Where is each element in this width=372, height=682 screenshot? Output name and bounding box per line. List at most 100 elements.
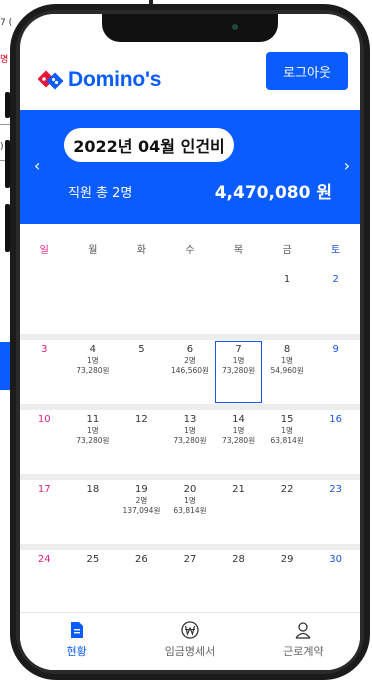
weekday-label: 일 xyxy=(39,244,49,256)
weekday-label: 수 xyxy=(185,244,195,256)
day-number: 28 xyxy=(232,554,245,565)
day-number: 30 xyxy=(329,554,343,565)
day-number: 7 xyxy=(235,344,242,355)
day-number: 21 xyxy=(232,484,245,495)
calendar-day[interactable]: 28 xyxy=(214,550,263,614)
calendar-day[interactable]: 2 xyxy=(311,270,360,334)
calendar-day[interactable]: 8 1명 54,960원 xyxy=(263,340,312,404)
day-pay-amount: 73,280원 xyxy=(221,436,256,445)
day-number: 9 xyxy=(332,344,339,355)
weekday-label: 화 xyxy=(136,244,146,256)
tab-label: 근로계약 xyxy=(283,645,324,658)
day-number: 10 xyxy=(37,414,51,425)
day-number: 12 xyxy=(135,414,148,425)
calendar-day[interactable]: 11 1명 73,280원 xyxy=(69,410,118,474)
calendar-week: 17 18 19 2명 137,094원 20 1명 63,814원 21 22 23 xyxy=(20,480,360,544)
chevron-right-icon[interactable]: › xyxy=(344,156,350,175)
camera-icon xyxy=(232,24,238,30)
weekday-label: 목 xyxy=(233,244,244,256)
calendar-day[interactable]: 1 xyxy=(263,270,312,334)
weekday-label: 토 xyxy=(331,244,341,256)
calendar-day[interactable]: 17 xyxy=(20,480,69,544)
day-number: 26 xyxy=(135,554,148,565)
day-pay-amount: 137,094원 xyxy=(122,506,161,515)
day-number: 25 xyxy=(86,554,100,565)
calendar-day[interactable]: 19 2명 137,094원 xyxy=(117,480,166,544)
day-staff-count: 1명 xyxy=(184,496,196,505)
tab-payslip[interactable]: 임금명세서 xyxy=(133,613,246,670)
calendar-day[interactable]: 26 xyxy=(117,550,166,614)
day-staff-count: 2명 xyxy=(135,496,148,505)
calendar-empty-cell xyxy=(20,270,69,334)
day-number: 5 xyxy=(138,344,145,355)
day-pay-amount: 73,280원 xyxy=(76,436,110,445)
day-number: 24 xyxy=(37,554,51,565)
calendar-day[interactable]: 23 xyxy=(311,480,360,544)
weekday-label: 금 xyxy=(282,244,292,256)
day-staff-count: 1명 xyxy=(184,426,196,435)
app-screen: Domino's 로그아웃 2022년 04월 인건비 ‹ › 직원 총 2명 … xyxy=(20,14,360,670)
tab-contract[interactable]: 근로계약 xyxy=(247,613,360,670)
payroll-calendar: 일 월 화 수 목 금 토 1 2 3 4 1명 73,280원 5 6 2명 146,560원 7… xyxy=(20,226,360,670)
day-number: 22 xyxy=(280,484,294,495)
day-number: 1 xyxy=(283,274,291,285)
app-header: Domino's 로그아웃 xyxy=(20,52,360,108)
calendar-day[interactable]: 4 1명 73,280원 xyxy=(69,340,118,404)
phone-side-button xyxy=(5,140,10,188)
calendar-day[interactable]: 30 xyxy=(311,550,360,614)
calendar-day[interactable]: 10 xyxy=(20,410,69,474)
calendar-day[interactable]: 7 1명 73,280원 xyxy=(214,340,263,404)
document-icon xyxy=(70,622,83,638)
day-number: 8 xyxy=(283,344,291,355)
tab-status[interactable]: 현황 xyxy=(20,613,133,670)
calendar-day[interactable]: 14 1명 73,280원 xyxy=(214,410,263,474)
calendar-day[interactable]: 5 xyxy=(117,340,166,404)
day-pay-amount: 63,814원 xyxy=(270,436,304,445)
calendar-day[interactable]: 18 xyxy=(69,480,118,544)
day-staff-count: 1명 xyxy=(87,356,99,365)
day-number: 20 xyxy=(183,484,197,495)
dominos-logo: Domino's xyxy=(38,68,161,92)
calendar-day[interactable]: 21 xyxy=(214,480,263,544)
calendar-week: 24 25 26 27 28 29 30 xyxy=(20,550,360,614)
calendar-day[interactable]: 27 xyxy=(166,550,215,614)
calendar-day[interactable]: 6 2명 146,560원 xyxy=(166,340,215,404)
calendar-day[interactable]: 24 xyxy=(20,550,69,614)
payroll-summary-banner: 2022년 04월 인건비 ‹ › 직원 총 2명 4,470,080 원 xyxy=(20,110,360,224)
day-number: 19 xyxy=(135,484,148,495)
day-staff-count: 1명 xyxy=(281,356,293,365)
calendar-day[interactable]: 16 xyxy=(311,410,360,474)
day-pay-amount: 146,560원 xyxy=(171,366,209,375)
day-pay-amount: 73,280원 xyxy=(173,436,207,445)
calendar-weeks: 1 2 3 4 1명 73,280원 5 6 2명 146,560원 7 1명 73,280원 8 1명 54… xyxy=(20,270,360,620)
day-number: 4 xyxy=(89,344,97,355)
calendar-day[interactable]: 9 xyxy=(311,340,360,404)
calendar-day[interactable]: 20 1명 63,814원 xyxy=(166,480,215,544)
phone-side-button xyxy=(5,92,10,118)
calendar-week: 3 4 1명 73,280원 5 6 2명 146,560원 7 1명 73,280원 8 1명 54,9… xyxy=(20,340,360,404)
calendar-day[interactable]: 12 xyxy=(117,410,166,474)
calendar-day[interactable]: 22 xyxy=(263,480,312,544)
day-staff-count: 1명 xyxy=(232,356,245,365)
bottom-tab-bar: 현황 임금명세서 근로계약 xyxy=(20,612,360,670)
calendar-day[interactable]: 13 1명 73,280원 xyxy=(166,410,215,474)
chevron-left-icon[interactable]: ‹ xyxy=(34,156,40,175)
calendar-day[interactable]: 3 xyxy=(20,340,69,404)
calendar-day[interactable]: 15 1명 63,814원 xyxy=(263,410,312,474)
day-staff-count: 1명 xyxy=(232,426,245,435)
logout-button[interactable]: 로그아웃 xyxy=(266,52,348,90)
staff-total: 직원 총 2명 xyxy=(68,186,133,201)
calendar-day[interactable]: 25 xyxy=(69,550,118,614)
day-number: 17 xyxy=(37,484,51,495)
weekday-label: 월 xyxy=(88,244,98,256)
tab-label: 임금명세서 xyxy=(164,645,216,658)
day-number: 27 xyxy=(183,554,197,565)
total-amount: 4,470,080 원 xyxy=(214,183,332,203)
day-number: 13 xyxy=(183,414,197,425)
day-pay-amount: 73,280원 xyxy=(76,366,110,375)
dominos-logo-icon xyxy=(38,70,64,90)
calendar-day[interactable]: 29 xyxy=(263,550,312,614)
phone-side-button xyxy=(5,204,10,252)
day-number: 18 xyxy=(86,484,100,495)
person-icon xyxy=(295,622,311,639)
